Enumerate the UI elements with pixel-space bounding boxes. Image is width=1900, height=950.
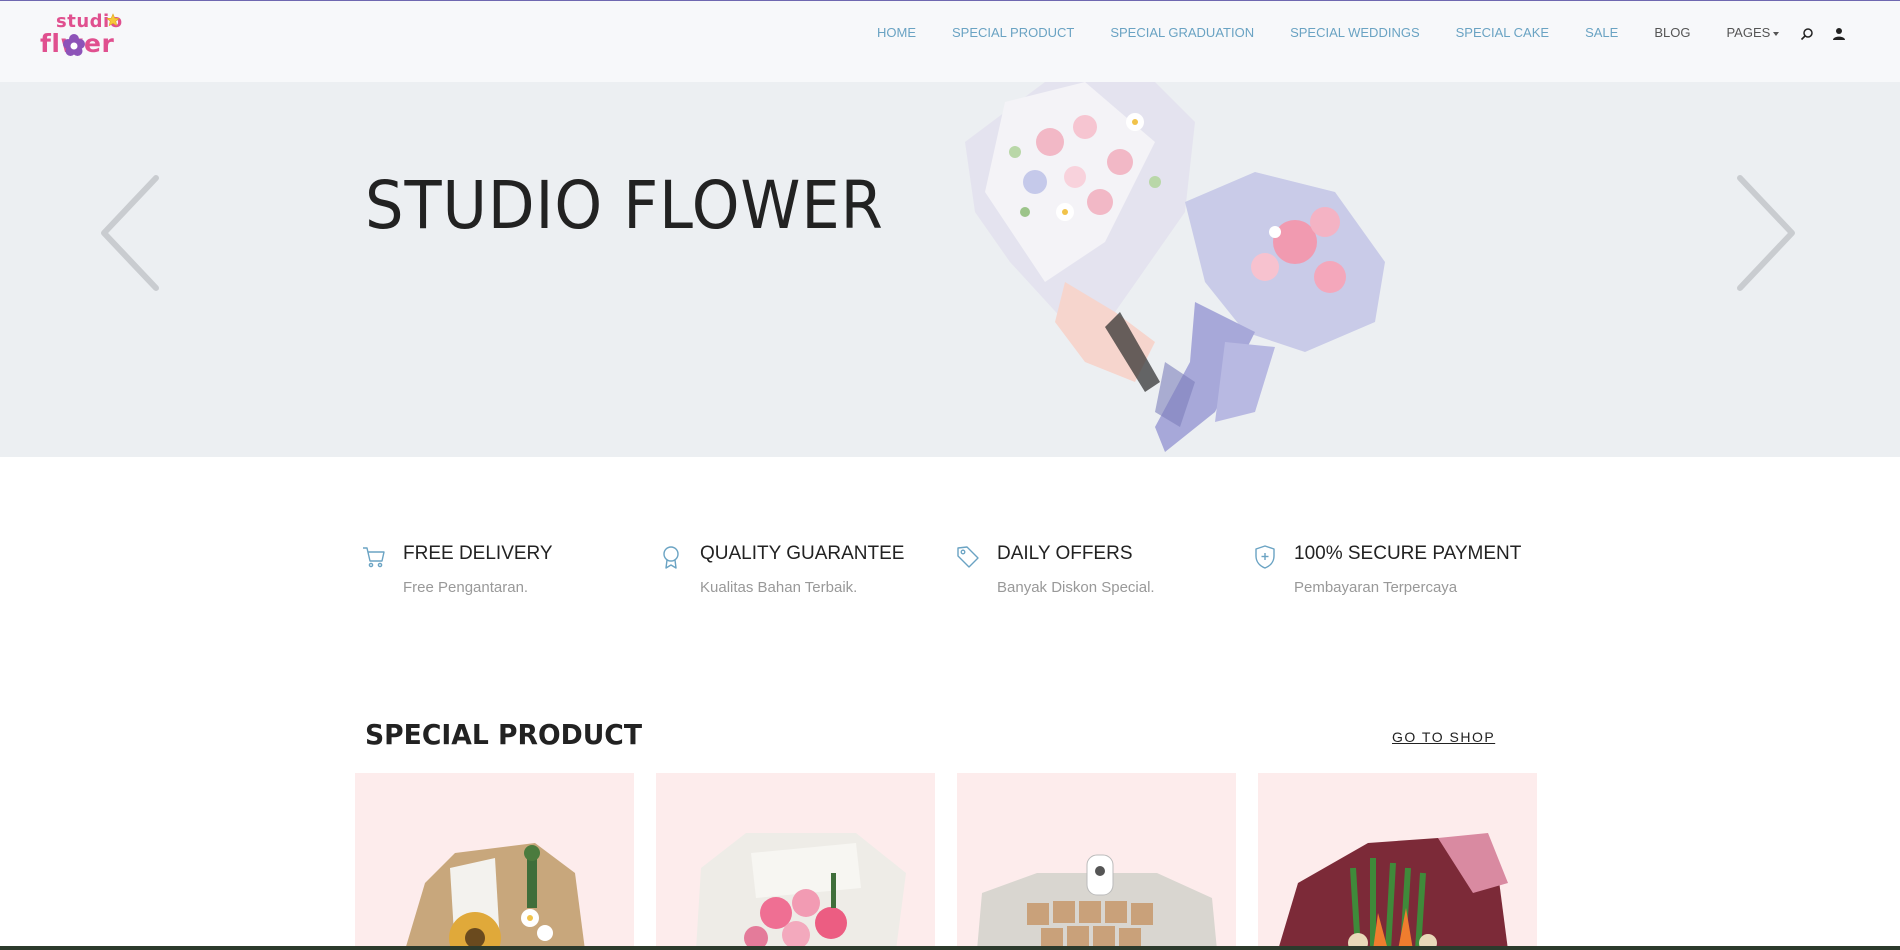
feature-subtitle: Pembayaran Terpercaya xyxy=(1294,579,1458,596)
nav-pages-label: PAGES xyxy=(1726,25,1771,40)
special-product-title: SPECIAL PRODUCT xyxy=(365,718,642,751)
feature-subtitle: Kualitas Bahan Terbaik. xyxy=(700,579,858,596)
nav-home[interactable]: HOME xyxy=(877,25,916,40)
feature-title: 100% SECURE PAYMENT xyxy=(1294,543,1522,564)
feature-subtitle: Banyak Diskon Special. xyxy=(997,579,1155,596)
nav-pages[interactable]: PAGES xyxy=(1726,25,1780,40)
product-card[interactable] xyxy=(1258,773,1537,950)
product-card[interactable] xyxy=(656,773,935,950)
nav-blog[interactable]: BLOG xyxy=(1654,25,1690,40)
nav-special-product[interactable]: SPECIAL PRODUCT xyxy=(952,25,1074,40)
features-row: FREE DELIVERY Free Pengantaran. QUALITY … xyxy=(362,543,1562,603)
feature-title: DAILY OFFERS xyxy=(997,543,1133,564)
header-icons xyxy=(1800,27,1846,41)
user-icon[interactable] xyxy=(1832,27,1846,41)
hero-title: STUDIO FLOWER xyxy=(365,167,884,244)
nav-special-graduation[interactable]: SPECIAL GRADUATION xyxy=(1110,25,1254,40)
hero-slider: STUDIO FLOWER xyxy=(0,82,1900,457)
product-image xyxy=(405,843,585,950)
feature-title: QUALITY GUARANTEE xyxy=(700,543,905,564)
product-image xyxy=(696,833,906,950)
cart-icon xyxy=(363,547,385,568)
caret-down-icon xyxy=(1773,31,1780,36)
product-card[interactable] xyxy=(957,773,1236,950)
main-nav: HOME SPECIAL PRODUCT SPECIAL GRADUATION … xyxy=(877,25,1815,40)
slider-next-icon[interactable] xyxy=(1736,174,1796,292)
product-card[interactable] xyxy=(355,773,634,950)
hero-bouquet-image xyxy=(965,82,1385,452)
product-image xyxy=(977,854,1217,950)
site-header: studio flwer HOME SPECIAL PRODUCT SPECIA… xyxy=(0,0,1900,82)
go-to-shop-link[interactable]: GO TO SHOP xyxy=(1392,729,1495,745)
nav-sale[interactable]: SALE xyxy=(1585,25,1618,40)
bottom-bar xyxy=(0,946,1900,950)
logo-star-icon xyxy=(106,13,120,27)
feature-subtitle: Free Pengantaran. xyxy=(403,579,529,596)
brand-logo[interactable]: studio flwer xyxy=(40,11,132,61)
search-icon[interactable] xyxy=(1800,27,1814,41)
shield-icon xyxy=(1255,545,1275,569)
logo-flower-icon xyxy=(63,34,85,56)
award-icon xyxy=(663,546,679,569)
tag-icon xyxy=(957,546,979,568)
nav-special-cake[interactable]: SPECIAL CAKE xyxy=(1456,25,1549,40)
feature-title: FREE DELIVERY xyxy=(403,543,553,564)
product-grid xyxy=(355,773,1540,950)
nav-special-weddings[interactable]: SPECIAL WEDDINGS xyxy=(1290,25,1420,40)
slider-prev-icon[interactable] xyxy=(100,174,160,292)
product-image xyxy=(1278,833,1508,950)
